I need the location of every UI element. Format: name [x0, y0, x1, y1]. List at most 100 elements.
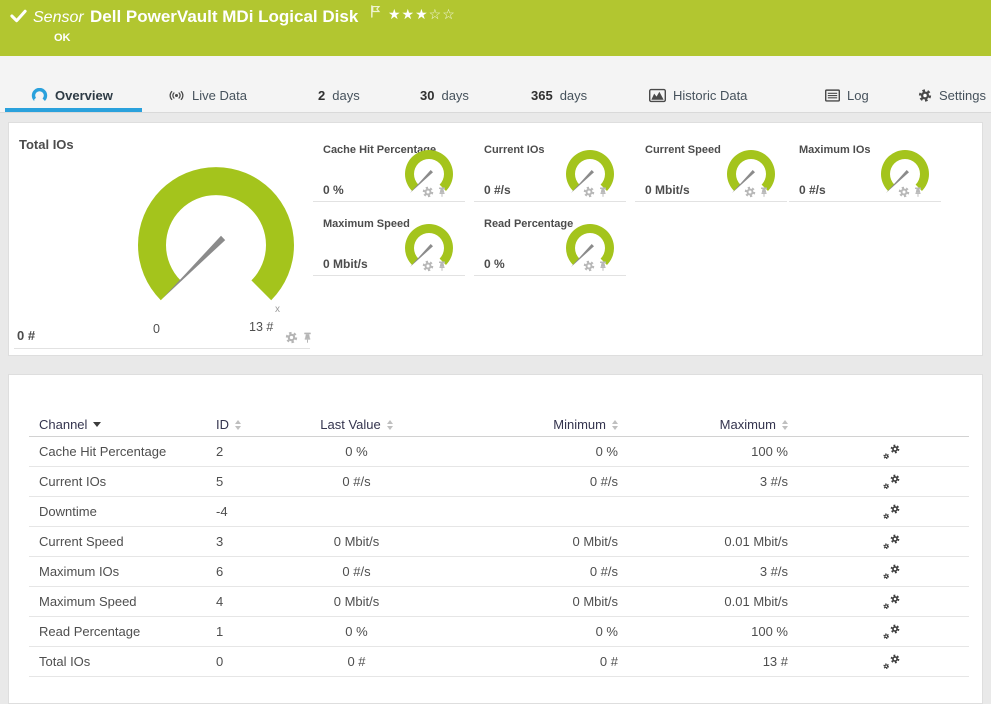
channel-settings-icon[interactable]	[883, 624, 900, 639]
pin-icon[interactable]	[436, 186, 448, 198]
sort-icon	[782, 420, 788, 430]
status-check-icon	[10, 9, 27, 23]
sensor-title: Dell PowerVault MDi Logical Disk	[90, 7, 358, 27]
cell-last-value: 0 Mbit/s	[314, 594, 399, 609]
cell-channel: Current Speed	[29, 534, 209, 549]
column-header-id[interactable]: ID	[216, 417, 241, 432]
priority-stars[interactable]: ★★★☆☆	[388, 6, 456, 23]
gear-icon[interactable]	[422, 186, 434, 198]
priority-flag-icon[interactable]	[370, 5, 381, 18]
cell-id: 3	[209, 534, 314, 549]
channel-settings-icon[interactable]	[883, 444, 900, 459]
cell-last-value: 0 Mbit/s	[314, 534, 399, 549]
tab-label-number: 365	[531, 88, 553, 103]
table-row[interactable]: Current Speed 3 0 Mbit/s 0 Mbit/s 0.01 M…	[29, 527, 969, 557]
pin-icon[interactable]	[597, 260, 609, 272]
primary-gauge-title: Total IOs	[19, 137, 74, 152]
table-row[interactable]: Read Percentage 1 0 % 0 % 100 %	[29, 617, 969, 647]
channel-settings-icon[interactable]	[883, 654, 900, 669]
object-kind-label: Sensor	[33, 9, 84, 27]
tab-historic-data[interactable]: Historic Data	[649, 82, 747, 108]
pin-icon[interactable]	[912, 186, 924, 198]
column-label: Minimum	[553, 417, 606, 432]
gear-icon[interactable]	[583, 260, 595, 272]
table-row[interactable]: Total IOs 0 0 # 0 # 13 #	[29, 647, 969, 677]
channel-settings-icon[interactable]	[883, 594, 900, 609]
stars-empty[interactable]: ☆☆	[429, 6, 456, 22]
table-row[interactable]: Current IOs 5 0 #/s 0 #/s 3 #/s	[29, 467, 969, 497]
channel-settings-icon[interactable]	[883, 504, 900, 519]
tab-live-data[interactable]: Live Data	[168, 82, 247, 108]
cell-last-value: 0 #	[314, 654, 399, 669]
pin-icon[interactable]	[301, 331, 314, 344]
tab-2-days[interactable]: 2 days	[318, 82, 360, 108]
column-header-last-value[interactable]: Last Value	[320, 417, 392, 432]
cell-last-value: 0 %	[314, 444, 399, 459]
column-header-maximum[interactable]: Maximum	[720, 417, 788, 432]
cell-maximum: 0.01 Mbit/s	[628, 594, 798, 609]
tab-overview[interactable]: Overview	[31, 82, 113, 108]
pin-icon[interactable]	[758, 186, 770, 198]
gear-icon[interactable]	[422, 260, 434, 272]
gauge-cell-maximum-ios: Maximum IOs 0 #/s	[789, 139, 941, 202]
gear-icon[interactable]	[744, 186, 756, 198]
gauge-title: Current IOs	[484, 144, 545, 156]
cell-channel: Current IOs	[29, 474, 209, 489]
table-row[interactable]: Maximum IOs 6 0 #/s 0 #/s 3 #/s	[29, 557, 969, 587]
cell-maximum: 13 #	[628, 654, 798, 669]
tab-365-days[interactable]: 365 days	[531, 82, 587, 108]
gauge-cell-maximum-speed: Maximum Speed 0 Mbit/s	[313, 213, 465, 276]
cell-last-value: 0 #/s	[314, 474, 399, 489]
cell-maximum: 100 %	[628, 624, 798, 639]
gear-icon[interactable]	[583, 186, 595, 198]
area-chart-icon	[649, 88, 666, 103]
column-header-minimum[interactable]: Minimum	[553, 417, 618, 432]
gear-icon[interactable]	[898, 186, 910, 198]
cell-channel: Maximum Speed	[29, 594, 209, 609]
column-label: ID	[216, 417, 229, 432]
gauge-scale-max: 13 #	[249, 320, 273, 334]
sort-icon	[387, 420, 393, 430]
column-header-channel[interactable]: Channel	[39, 417, 101, 432]
cell-id: 0	[209, 654, 314, 669]
gauge-title: Current Speed	[645, 144, 721, 156]
table-row[interactable]: Maximum Speed 4 0 Mbit/s 0 Mbit/s 0.01 M…	[29, 587, 969, 617]
pin-icon[interactable]	[436, 260, 448, 272]
live-data-icon	[168, 88, 185, 103]
cell-maximum: 3 #/s	[628, 564, 798, 579]
channel-settings-icon[interactable]	[883, 564, 900, 579]
tab-label: days	[560, 88, 587, 103]
cell-minimum: 0 #/s	[399, 474, 628, 489]
gauge-cell-cache-hit-percentage: Cache Hit Percentage 0 %	[313, 139, 465, 202]
cell-maximum: 100 %	[628, 444, 798, 459]
cell-channel: Cache Hit Percentage	[29, 444, 209, 459]
tab-label: Log	[847, 88, 869, 103]
sort-desc-icon	[93, 422, 101, 427]
cell-id: 6	[209, 564, 314, 579]
table-row[interactable]: Downtime -4	[29, 497, 969, 527]
cell-channel: Downtime	[29, 504, 209, 519]
gauge-value: 0 %	[484, 257, 505, 271]
sensor-status-bar: Sensor Dell PowerVault MDi Logical Disk …	[0, 0, 991, 56]
cell-last-value: 0 #/s	[314, 564, 399, 579]
tab-settings[interactable]: Settings	[918, 82, 986, 108]
tab-label: Settings	[939, 88, 986, 103]
pin-icon[interactable]	[597, 186, 609, 198]
active-tab-underline	[5, 108, 142, 112]
table-row[interactable]: Cache Hit Percentage 2 0 % 0 % 100 %	[29, 437, 969, 467]
gauge-cell-current-ios: Current IOs 0 #/s	[474, 139, 626, 202]
cell-minimum: 0 %	[399, 624, 628, 639]
gear-icon[interactable]	[285, 331, 298, 344]
channel-settings-icon[interactable]	[883, 534, 900, 549]
channel-settings-icon[interactable]	[883, 474, 900, 489]
stars-filled[interactable]: ★★★	[388, 6, 429, 22]
cell-channel: Read Percentage	[29, 624, 209, 639]
cell-minimum: 0 %	[399, 444, 628, 459]
gauge-icon	[31, 88, 48, 103]
log-icon	[825, 88, 840, 103]
tab-30-days[interactable]: 30 days	[420, 82, 469, 108]
tab-log[interactable]: Log	[825, 82, 869, 108]
gauge-value: 0 %	[323, 183, 344, 197]
gauge-value: 0 Mbit/s	[323, 257, 368, 271]
gauge-multiplier: x	[275, 304, 280, 315]
